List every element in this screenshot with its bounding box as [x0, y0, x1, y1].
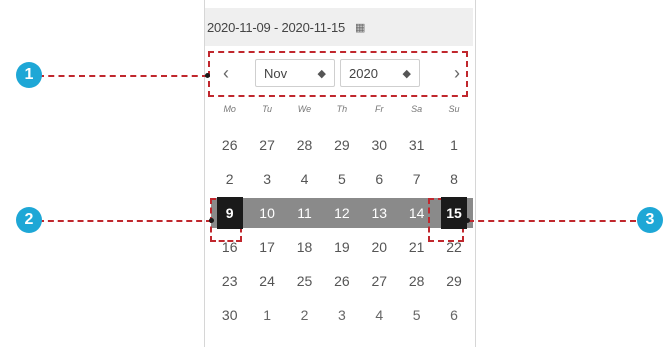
calendar-week: 23 24 25 26 27 28 29 [211, 264, 473, 298]
calendar-day[interactable]: 8 [435, 162, 472, 196]
calendar-day[interactable]: 29 [435, 264, 472, 298]
calendar-day[interactable]: 7 [398, 162, 435, 196]
calendar-week: 16 17 18 19 20 21 22 [211, 230, 473, 264]
calendar-week-selected: 9 10 11 12 13 14 15 [211, 196, 473, 230]
calendar-day-next-month[interactable]: 6 [435, 298, 472, 332]
calendar-day[interactable]: 18 [286, 230, 323, 264]
calendar-day[interactable]: 16 [211, 230, 248, 264]
calendar-day-next-month[interactable]: 2 [286, 298, 323, 332]
weekday-label: Th [336, 104, 348, 114]
range-day[interactable]: 11 [286, 196, 323, 230]
range-day[interactable]: 14 [398, 196, 435, 230]
date-range-input[interactable]: 2020-11-09 - 2020-11-15 ▦ [205, 8, 473, 46]
range-day[interactable]: 12 [323, 196, 360, 230]
callout-box-navigation [208, 51, 468, 97]
calendar-day[interactable]: 5 [323, 162, 360, 196]
calendar-week: 2 3 4 5 6 7 8 [211, 162, 473, 196]
calendar-day[interactable]: 28 [286, 128, 323, 162]
calendar-day[interactable]: 27 [361, 264, 398, 298]
weekday-header: Mo Tu We Th Fr Sa Su [211, 104, 473, 114]
calendar-day-next-month[interactable]: 5 [398, 298, 435, 332]
range-end-day[interactable]: 15 [435, 196, 472, 230]
callout-line-3 [468, 220, 636, 222]
calendar-week: 26 27 28 29 30 31 1 [211, 128, 473, 162]
calendar-day[interactable]: 28 [398, 264, 435, 298]
weekday-label: Mo [223, 104, 236, 114]
calendar-week: 30 1 2 3 4 5 6 [211, 298, 473, 332]
weekday-label: Fr [375, 104, 384, 114]
callout-badge-2: 2 [16, 207, 42, 233]
calendar-day[interactable]: 3 [248, 162, 285, 196]
calendar-day[interactable]: 23 [211, 264, 248, 298]
calendar-day[interactable]: 6 [361, 162, 398, 196]
calendar-day[interactable]: 2 [211, 162, 248, 196]
callout-dot-1 [205, 73, 210, 78]
calendar-day-next-month[interactable]: 3 [323, 298, 360, 332]
calendar-day[interactable]: 19 [323, 230, 360, 264]
range-day[interactable]: 10 [248, 196, 285, 230]
weekday-label: We [297, 104, 312, 114]
callout-badge-1: 1 [16, 62, 42, 88]
callout-line-1 [38, 75, 208, 77]
calendar-day[interactable]: 31 [398, 128, 435, 162]
calendar-day[interactable]: 25 [286, 264, 323, 298]
calendar-day-next-month[interactable]: 4 [361, 298, 398, 332]
calendar-day[interactable]: 30 [361, 128, 398, 162]
weekday-label: Tu [262, 104, 272, 114]
calendar-day[interactable]: 29 [323, 128, 360, 162]
weekday-label: Sa [411, 104, 423, 114]
calendar-day[interactable]: 21 [398, 230, 435, 264]
calendar-day[interactable]: 20 [361, 230, 398, 264]
calendar-day[interactable]: 4 [286, 162, 323, 196]
callout-badge-3: 3 [637, 207, 663, 233]
calendar-day[interactable]: 27 [248, 128, 285, 162]
calendar-day[interactable]: 26 [323, 264, 360, 298]
date-range-value: 2020-11-09 - 2020-11-15 [207, 19, 346, 35]
calendar-grid: 26 27 28 29 30 31 1 2 3 4 5 6 7 8 9 10 1… [211, 128, 473, 332]
range-start-day[interactable]: 9 [211, 196, 248, 230]
calendar-day[interactable]: 24 [248, 264, 285, 298]
calendar-icon[interactable]: ▦ [355, 21, 365, 34]
calendar-day[interactable]: 30 [211, 298, 248, 332]
calendar-day[interactable]: 22 [435, 230, 472, 264]
range-day[interactable]: 13 [361, 196, 398, 230]
calendar-day[interactable]: 26 [211, 128, 248, 162]
weekday-label: Su [448, 104, 460, 114]
callout-line-2 [38, 220, 212, 222]
calendar-day-next-month[interactable]: 1 [248, 298, 285, 332]
calendar-day[interactable]: 1 [435, 128, 472, 162]
calendar-day[interactable]: 17 [248, 230, 285, 264]
